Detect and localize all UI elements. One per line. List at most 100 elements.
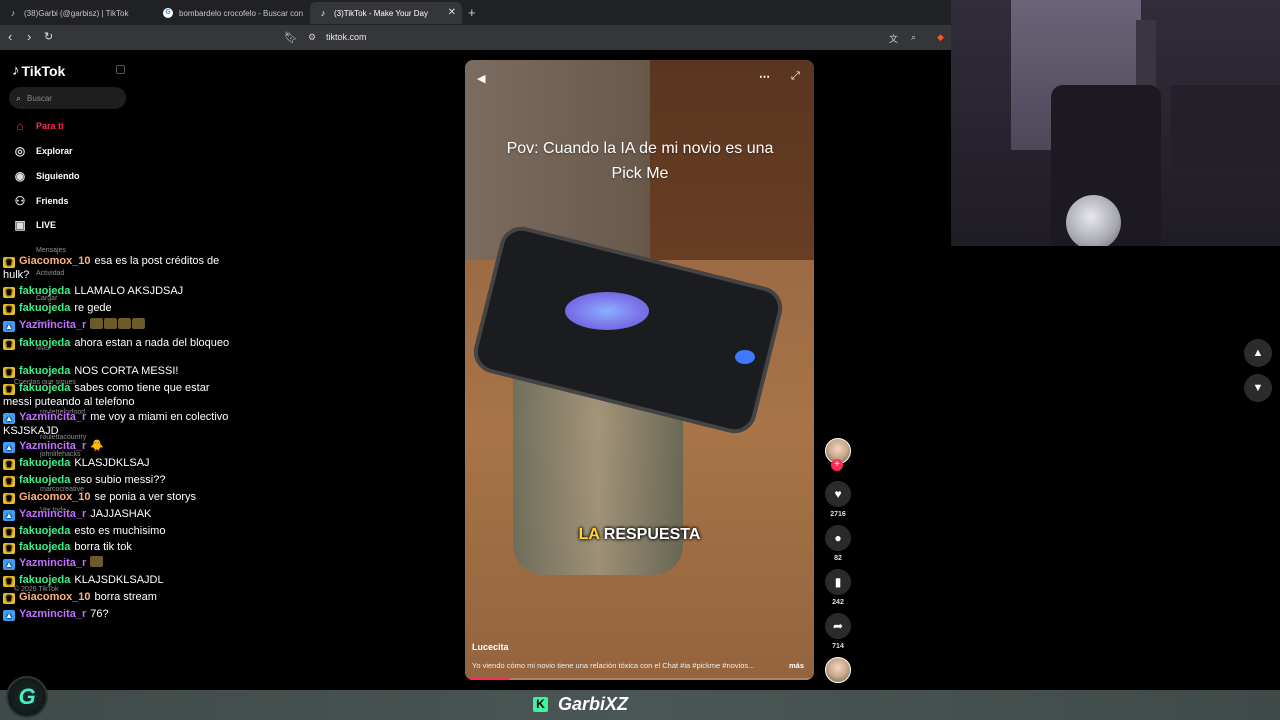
chat-text: ahora estan a nada del bloqueo xyxy=(74,337,230,349)
video-player[interactable]: ◀︎ ⋯ ⤢ Pov: Cuando la IA de mi novio es … xyxy=(465,60,814,680)
follow-button[interactable]: + xyxy=(831,459,843,471)
heart-icon: ♥ xyxy=(834,487,842,501)
chat-text: esto es muchisimo xyxy=(74,525,166,537)
bookmark-icon[interactable]: 🔖︎ xyxy=(284,31,298,44)
sound-avatar[interactable] xyxy=(825,657,851,683)
address-bar[interactable]: tiktok.com xyxy=(326,32,367,42)
chat-username[interactable]: Yazmincita_r xyxy=(19,411,86,423)
chat-username[interactable]: Yazmincita_r xyxy=(19,440,86,452)
crown-badge-icon: ♛ xyxy=(3,527,15,538)
chat-message: ♛ fakuojeda KLASJDKLSAJ xyxy=(3,456,231,470)
volume-icon[interactable]: ◀︎ xyxy=(477,72,485,85)
chat-username[interactable]: fakuojeda xyxy=(19,457,70,469)
sidebar-item-explorar[interactable]: ◎ Explorar xyxy=(12,144,73,158)
chat-message: ▲ Yazmincita_r 76? xyxy=(3,607,231,621)
translate-icon[interactable]: 文 xyxy=(889,32,898,45)
logo-text: TikTok xyxy=(21,62,66,79)
sidebar-item-live[interactable]: ▣ LIVE xyxy=(12,218,56,232)
chat-message: ▲ Yazmincita_r xyxy=(3,318,231,332)
prime-badge-icon: ▲ xyxy=(3,413,15,424)
chat-message: ♛ fakuojeda NOS CORTA MESSI! xyxy=(3,364,231,378)
chat-emote xyxy=(90,556,104,567)
site-info-icon[interactable]: ⚙ xyxy=(308,32,316,43)
browser-tab-3[interactable]: ♪ (3)TikTok - Make Your Day ✕ xyxy=(310,2,462,24)
search-placeholder: Buscar xyxy=(27,93,52,103)
browser-tab-2[interactable]: G bombardelo crocofelo - Buscar con G xyxy=(155,2,310,24)
webcam-scene-bed xyxy=(1171,85,1280,170)
more-link[interactable]: más xyxy=(789,661,804,670)
sidebar-item-mensajes[interactable]: Mensajes xyxy=(36,247,66,254)
chat-message: ▲ Yazmincita_r me voy a miami en colectivo… xyxy=(3,410,231,438)
screen: ♪ (38)Garbi (@garbisz) | TikTok G bombar… xyxy=(0,0,1280,720)
chat-username[interactable]: fakuojeda xyxy=(19,474,70,486)
sidebar-item-label: Siguiendo xyxy=(36,171,80,181)
chat-username[interactable]: Giacomox_10 xyxy=(19,591,91,603)
chat-username[interactable]: fakuojeda xyxy=(19,337,70,349)
chat-username[interactable]: fakuojeda xyxy=(19,365,70,377)
save-button[interactable]: ▮ xyxy=(825,569,851,595)
tab-label: (38)Garbi (@garbisz) | TikTok xyxy=(24,8,129,18)
webcam-scene-microphone xyxy=(1066,195,1121,246)
video-progress-bar[interactable] xyxy=(465,678,814,680)
new-tab-button[interactable]: + xyxy=(468,5,476,20)
prime-badge-icon: ▲ xyxy=(3,442,15,453)
chat-message: ♛ fakuojeda KLAJSDKLSAJDL xyxy=(3,573,231,587)
sidebar-item-label: Friends xyxy=(36,196,69,206)
chat-message: ♛ fakuojeda esto es muchisimo xyxy=(3,524,231,538)
previous-video-button[interactable]: ▲ xyxy=(1244,339,1272,367)
like-button[interactable]: ♥ xyxy=(825,481,851,507)
collapse-sidebar-icon[interactable] xyxy=(116,65,125,74)
video-scene-phone-button xyxy=(735,350,755,364)
tiktok-logo[interactable]: ♪ TikTok xyxy=(12,62,65,79)
more-options-icon[interactable]: ⋯ xyxy=(759,70,770,83)
zoom-icon[interactable]: ⌕ xyxy=(911,32,916,43)
chat-username[interactable]: Yazmincita_r xyxy=(19,508,86,520)
webcam-overlay xyxy=(951,0,1280,246)
close-tab-icon[interactable]: ✕ xyxy=(448,7,456,18)
brave-shield-icon[interactable]: ◆ xyxy=(937,32,944,43)
chat-username[interactable]: fakuojeda xyxy=(19,574,70,586)
crown-badge-icon: ♛ xyxy=(3,543,15,554)
crown-badge-icon: ♛ xyxy=(3,459,15,470)
bookmark-icon: ▮ xyxy=(834,575,842,589)
tab-label: bombardelo crocofelo - Buscar con G xyxy=(179,8,304,18)
chat-emote xyxy=(132,318,146,329)
compass-icon: ◎ xyxy=(14,144,26,158)
chat-username[interactable]: fakuojeda xyxy=(19,285,70,297)
chat-username[interactable]: fakuojeda xyxy=(19,382,70,394)
sidebar-item-para-ti[interactable]: ⌂ Para ti xyxy=(12,119,64,133)
sidebar-item-friends[interactable]: ⚇ Friends xyxy=(12,194,69,208)
sidebar-item-label: Para ti xyxy=(36,121,64,131)
tiktok-icon: ♪ xyxy=(10,8,16,18)
chat-username[interactable]: fakuojeda xyxy=(19,302,70,314)
chat-text: 76? xyxy=(90,608,109,620)
sidebar-item-label: LIVE xyxy=(36,220,57,230)
chat-username[interactable]: fakuojeda xyxy=(19,525,70,537)
crown-badge-icon: ♛ xyxy=(3,367,15,378)
video-description: Yo viendo cómo mi novio tiene una relaci… xyxy=(472,661,755,670)
chat-text: KLAJSDKLSAJDL xyxy=(74,574,164,586)
share-button[interactable]: ➦ xyxy=(825,613,851,639)
chat-username[interactable]: Yazmincita_r xyxy=(19,608,86,620)
crown-badge-icon: ♛ xyxy=(3,593,15,604)
fullscreen-icon[interactable]: ⤢ xyxy=(791,70,800,83)
reload-icon[interactable]: ↻ xyxy=(44,30,53,43)
forward-icon[interactable]: › xyxy=(27,29,31,44)
chat-username[interactable]: Giacomox_10 xyxy=(19,491,91,503)
search-input[interactable]: ⌕ Buscar xyxy=(9,87,126,109)
sidebar-item-label: Explorar xyxy=(36,146,73,156)
chat-message: ♛ Giacomox_10 esa es la post créditos de h… xyxy=(3,254,231,282)
browser-tab-1[interactable]: ♪ (38)Garbi (@garbisz) | TikTok xyxy=(0,2,155,24)
chat-message: ▲ Yazmincita_r xyxy=(3,556,231,570)
chat-username[interactable]: Giacomox_10 xyxy=(19,255,91,267)
next-video-button[interactable]: ▼ xyxy=(1244,374,1272,402)
sidebar-item-siguiendo[interactable]: ◉ Siguiendo xyxy=(12,169,80,183)
stream-bottom-bar xyxy=(0,690,1280,720)
chat-username[interactable]: fakuojeda xyxy=(19,541,70,553)
chat-username[interactable]: Yazmincita_r xyxy=(19,319,86,331)
video-progress-fill xyxy=(465,678,511,680)
back-icon[interactable]: ‹ xyxy=(8,29,12,44)
chat-username[interactable]: Yazmincita_r xyxy=(19,557,86,569)
comment-button[interactable]: ● xyxy=(825,525,851,551)
video-author[interactable]: Lucecita xyxy=(472,642,509,652)
